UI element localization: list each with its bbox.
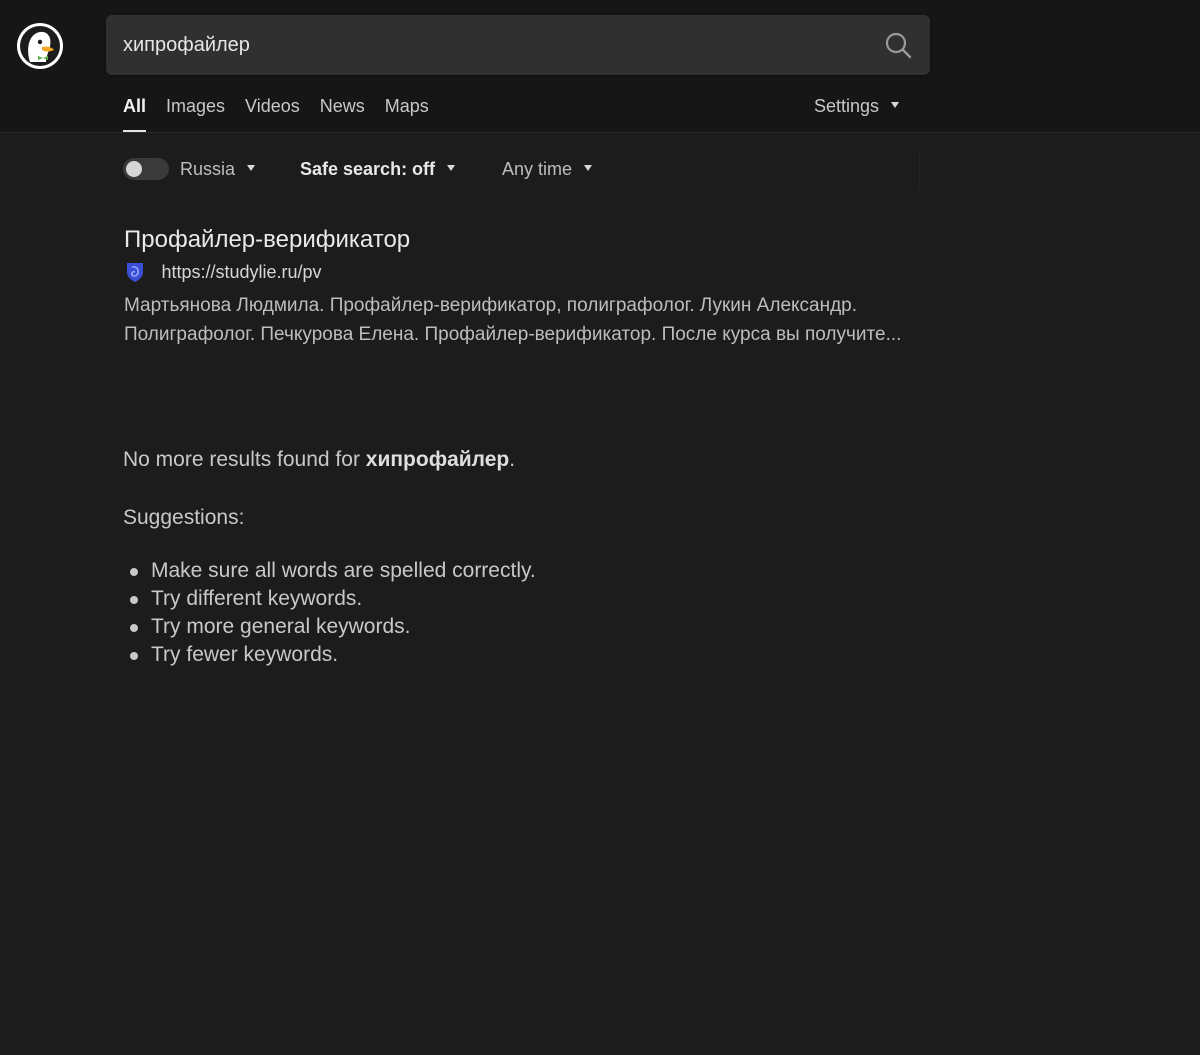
settings-label: Settings bbox=[814, 96, 880, 116]
tab-all[interactable]: All bbox=[123, 92, 147, 132]
safe-search-dropdown[interactable]: Safe search: off bbox=[300, 157, 456, 181]
tab-maps[interactable]: Maps bbox=[385, 92, 429, 132]
result-item: Профайлер-верификатор https://studylie.r… bbox=[124, 224, 914, 349]
result-snippet: Мартьянова Людмила. Профайлер-верификато… bbox=[124, 295, 902, 345]
tab-news[interactable]: News bbox=[320, 92, 365, 132]
suggestions-list: Make sure all words are spelled correctl… bbox=[123, 557, 536, 669]
result-url-row: https://studylie.ru/pv bbox=[124, 259, 914, 285]
filters-bar: Russia Safe search: off Any time bbox=[123, 150, 920, 190]
suggestion-item: Make sure all words are spelled correctl… bbox=[123, 557, 536, 585]
settings-dropdown[interactable]: Settings bbox=[814, 92, 900, 120]
time-dropdown[interactable]: Any time bbox=[502, 157, 593, 181]
caret-down-icon bbox=[584, 165, 593, 172]
region-toggle[interactable] bbox=[123, 158, 169, 180]
search-tabs: All Images Videos News Maps bbox=[123, 92, 449, 132]
suggestion-item: Try fewer keywords. bbox=[123, 641, 536, 669]
tab-videos[interactable]: Videos bbox=[245, 92, 300, 132]
safe-search-label: Safe search: off bbox=[300, 159, 436, 179]
no-more-results: No more results found for хипрофайлер. bbox=[123, 445, 515, 475]
region-dropdown[interactable]: Russia bbox=[180, 157, 256, 181]
no-more-suffix: . bbox=[509, 448, 516, 471]
duck-logo-icon[interactable] bbox=[16, 22, 64, 70]
site-favicon-icon bbox=[127, 263, 143, 282]
suggestion-item: Try more general keywords. bbox=[123, 613, 536, 641]
search-input[interactable] bbox=[123, 15, 863, 75]
suggestion-item: Try different keywords. bbox=[123, 585, 536, 613]
result-title-link[interactable]: Профайлер-верификатор bbox=[124, 224, 410, 256]
search-icon[interactable] bbox=[884, 31, 912, 59]
search-box bbox=[106, 15, 930, 75]
region-label: Russia bbox=[180, 159, 236, 179]
toggle-knob bbox=[126, 161, 142, 177]
caret-down-icon bbox=[447, 165, 456, 172]
time-label: Any time bbox=[502, 159, 573, 179]
no-more-prefix: No more results found for bbox=[123, 448, 366, 471]
no-more-query: хипрофайлер bbox=[365, 448, 510, 471]
caret-down-icon bbox=[247, 165, 256, 172]
suggestions-heading: Suggestions: bbox=[123, 506, 245, 529]
header: All Images Videos News Maps Settings bbox=[0, 0, 1200, 133]
tab-images[interactable]: Images bbox=[166, 92, 225, 132]
result-url-link[interactable]: https://studylie.ru/pv bbox=[161, 262, 321, 282]
caret-down-icon bbox=[891, 102, 900, 109]
